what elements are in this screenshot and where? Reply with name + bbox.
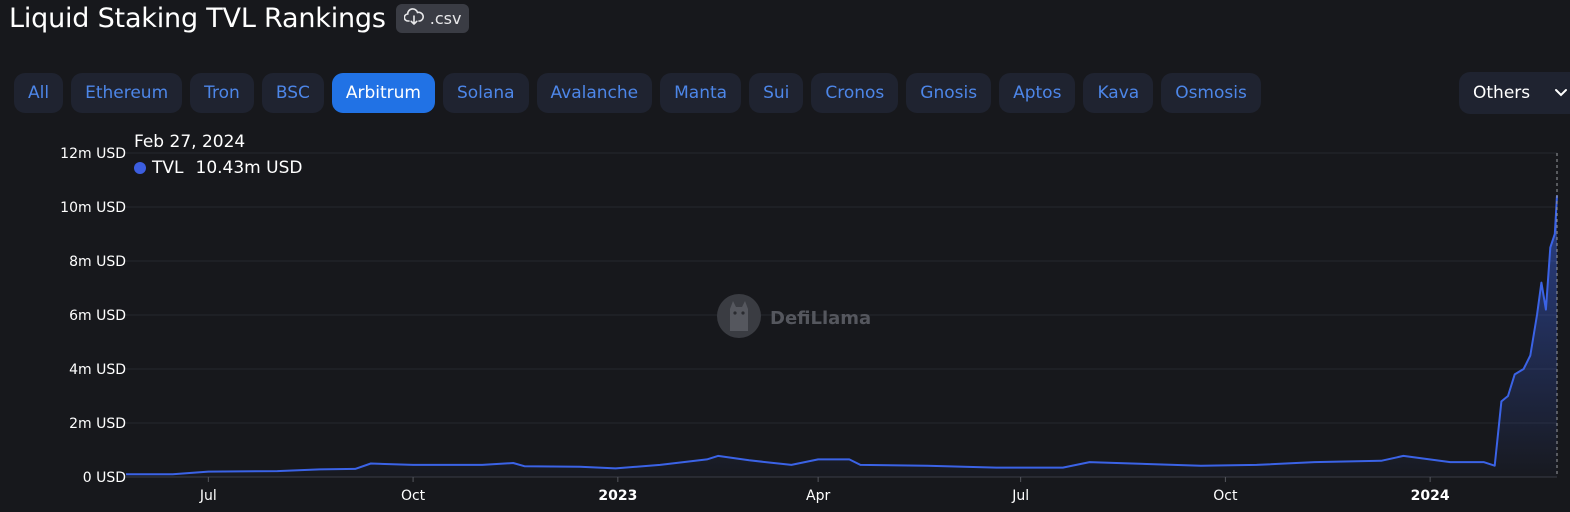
y-tick-label: 4m USD (69, 362, 126, 378)
chain-tabs: All Ethereum Tron BSC Arbitrum Solana Avalanch… (14, 73, 1261, 113)
csv-label: .csv (429, 9, 462, 28)
tab-manta[interactable]: Manta (660, 73, 742, 113)
tab-aptos[interactable]: Aptos (999, 73, 1076, 113)
cloud-download-icon (403, 7, 424, 30)
x-tick-label: 2023 (598, 488, 637, 504)
tab-solana[interactable]: Solana (442, 73, 529, 113)
x-tick-label: Jul (1011, 488, 1029, 504)
x-tick-label: Apr (806, 488, 830, 504)
tooltip-series-name: TVL (152, 158, 184, 178)
tab-kava[interactable]: Kava (1083, 73, 1154, 113)
defillama-watermark: DefiLlama (716, 291, 871, 346)
tab-bsc[interactable]: BSC (261, 73, 324, 113)
tooltip-value: 10.43m USD (195, 158, 303, 178)
y-tick-label: 2m USD (69, 416, 126, 432)
x-tick-label: 2024 (1411, 488, 1450, 504)
tab-avalanche[interactable]: Avalanche (536, 73, 653, 113)
tooltip-date: Feb 27, 2024 (134, 132, 246, 152)
tab-arbitrum[interactable]: Arbitrum (331, 73, 435, 113)
chevron-down-icon (1554, 83, 1568, 103)
tab-all[interactable]: All (14, 73, 64, 113)
watermark-text: DefiLlama (770, 308, 872, 329)
y-tick-label: 8m USD (69, 254, 126, 270)
y-tick-label: 12m USD (60, 146, 126, 162)
tooltip-row: TVL 10.43m USD (134, 158, 302, 178)
page-title: Liquid Staking TVL Rankings (9, 3, 386, 34)
y-tick-label: 0 USD (83, 470, 126, 486)
tab-sui[interactable]: Sui (749, 73, 804, 113)
tab-cronos[interactable]: Cronos (811, 73, 899, 113)
others-label: Others (1473, 83, 1531, 103)
y-tick-label: 10m USD (60, 200, 126, 216)
llama-logo-icon (716, 291, 762, 346)
header: Liquid Staking TVL Rankings .csv (9, 3, 470, 34)
tab-osmosis[interactable]: Osmosis (1161, 73, 1261, 113)
download-csv-button[interactable]: .csv (395, 4, 470, 33)
tab-tron[interactable]: Tron (190, 73, 254, 113)
x-tick-label: Jul (199, 488, 217, 504)
series-color-dot (134, 162, 146, 174)
tab-ethereum[interactable]: Ethereum (71, 73, 183, 113)
x-tick-label: Oct (401, 488, 426, 504)
y-tick-label: 6m USD (69, 308, 126, 324)
tab-gnosis[interactable]: Gnosis (906, 73, 992, 113)
x-tick-label: Oct (1213, 488, 1238, 504)
others-dropdown[interactable]: Others (1459, 72, 1570, 114)
